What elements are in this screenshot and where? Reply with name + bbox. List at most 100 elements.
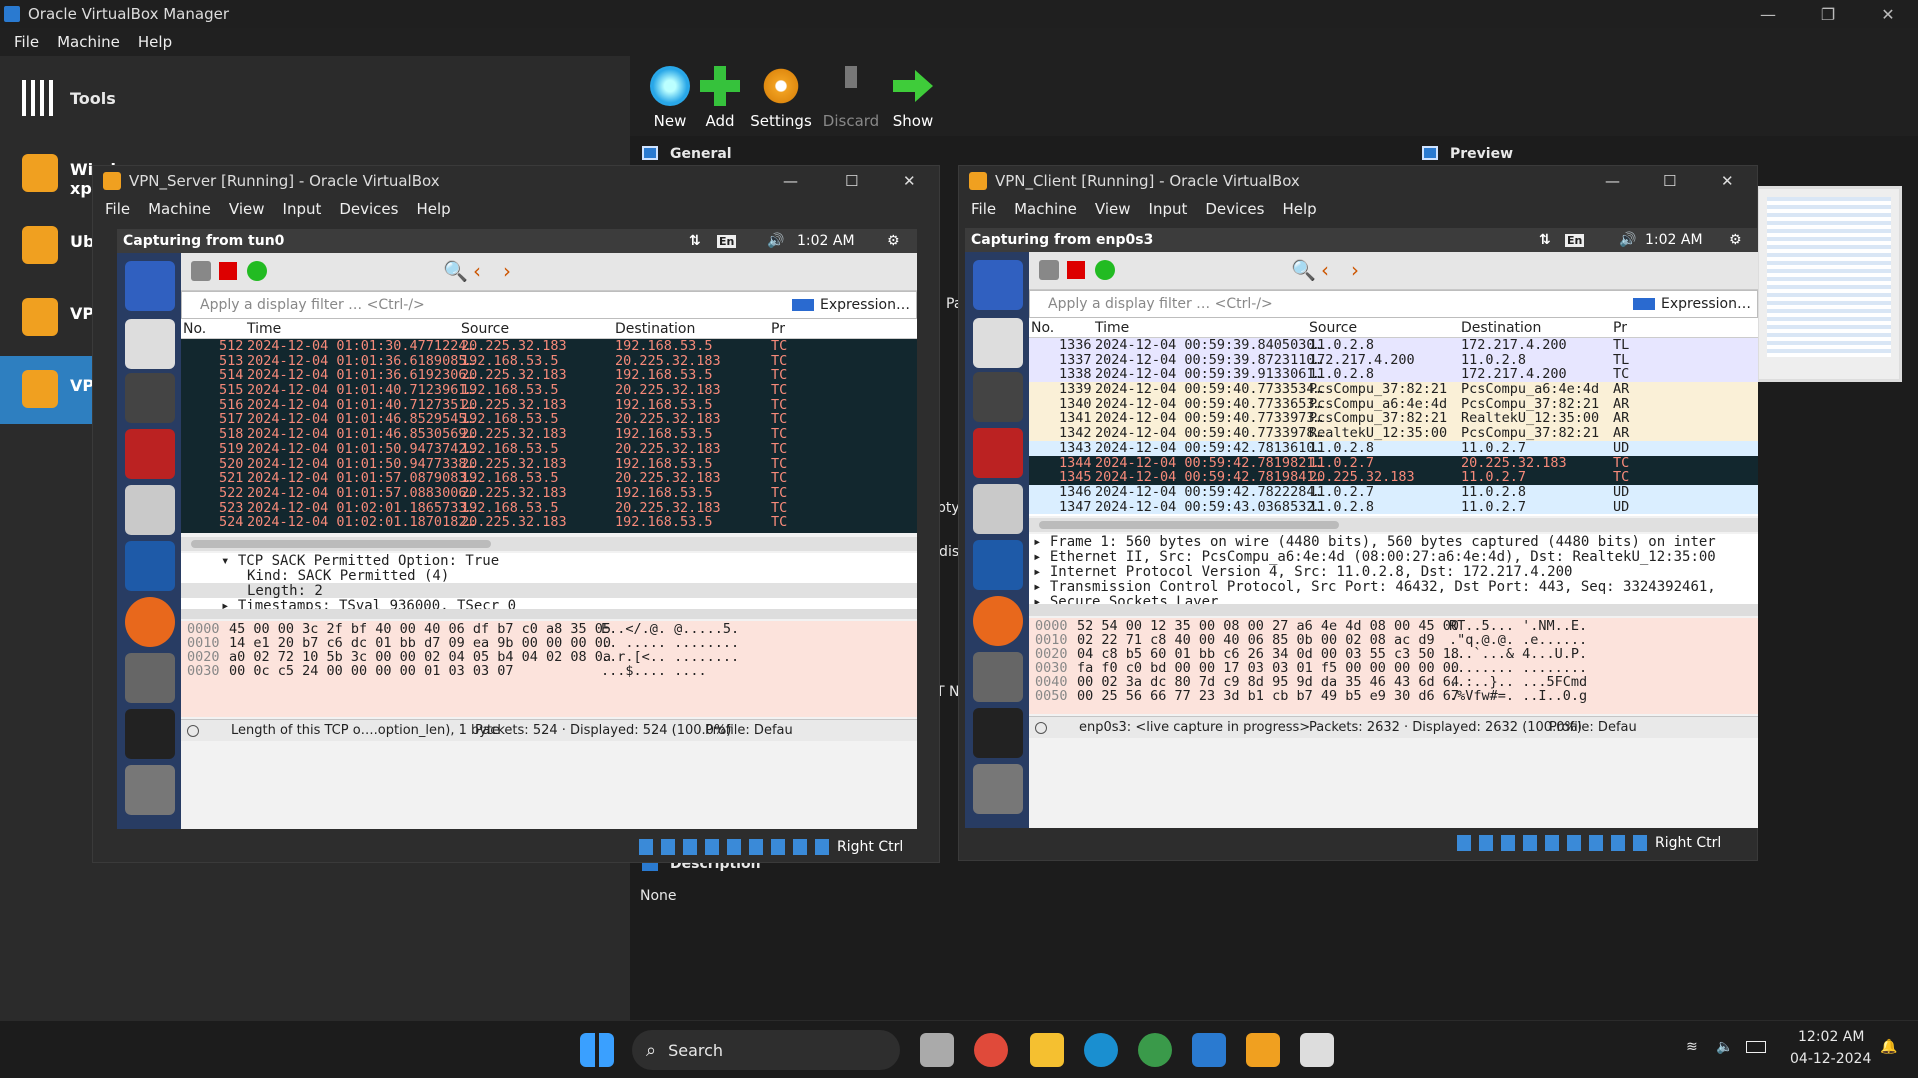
trash-icon[interactable]: [973, 764, 1023, 814]
column-time[interactable]: Time: [1095, 320, 1129, 336]
battery-icon[interactable]: [1746, 1041, 1766, 1053]
menu-input[interactable]: Input: [1149, 200, 1188, 218]
table-row[interactable]: 1347 2024-12-04 00:59:43.0368532… 11.0.2.8…: [1029, 499, 1758, 515]
table-row[interactable]: 523 2024-12-04 01:02:01.1865733… 192.168.5…: [181, 500, 917, 516]
hex-row[interactable]: 0000 45 00 00 3c 2f bf 40 00 40 06 df b7 …: [181, 621, 917, 637]
table-row[interactable]: 514 2024-12-04 01:01:36.6192306… 20.225.32…: [181, 367, 917, 383]
table-row[interactable]: 524 2024-12-04 01:02:01.1870182… 20.225.32…: [181, 514, 917, 530]
table-row[interactable]: 520 2024-12-04 01:01:50.9477338… 20.225.32…: [181, 456, 917, 472]
display-filter-input[interactable]: Apply a display filter … <Ctrl-/> Expres…: [181, 291, 917, 319]
hex-row[interactable]: 0030 00 0c c5 24 00 00 00 00 01 03 03 07.…: [181, 663, 917, 679]
hex-row[interactable]: 0020 a0 02 72 10 5b 3c 00 00 02 04 05 b4 …: [181, 649, 917, 665]
column-source[interactable]: Source: [1309, 320, 1357, 336]
table-row[interactable]: 1343 2024-12-04 00:59:42.7813610… 11.0.2.8…: [1029, 440, 1758, 456]
terminal-red-icon[interactable]: [125, 429, 175, 479]
stop-capture-icon[interactable]: [219, 262, 237, 280]
menu-help[interactable]: Help: [1282, 200, 1316, 218]
horizontal-scrollbar[interactable]: [1029, 518, 1758, 532]
back-icon[interactable]: ‹: [1321, 258, 1329, 282]
table-row[interactable]: 1345 2024-12-04 00:59:42.7819841… 20.225.3…: [1029, 469, 1758, 485]
table-row[interactable]: 1336 2024-12-04 00:59:39.8405030… 11.0.2.8…: [1029, 338, 1758, 353]
table-row[interactable]: 512 2024-12-04 01:01:30.4771224… 20.225.32…: [181, 339, 917, 354]
menu-input[interactable]: Input: [283, 200, 322, 218]
table-row[interactable]: 1338 2024-12-04 00:59:39.9133061… 11.0.2.8…: [1029, 366, 1758, 382]
close-button[interactable]: ✕: [903, 172, 916, 190]
text-editor-icon[interactable]: [125, 319, 175, 369]
menu-view[interactable]: View: [229, 200, 265, 218]
expression-button[interactable]: Expression…: [820, 297, 910, 313]
taskbar-search[interactable]: ⌕ Search: [632, 1030, 900, 1070]
wireshark-icon[interactable]: [973, 540, 1023, 590]
firefox-icon[interactable]: [973, 596, 1023, 646]
terminal-red-icon[interactable]: [973, 428, 1023, 478]
windows-start-icon[interactable]: [580, 1033, 614, 1067]
text-editor-icon[interactable]: [973, 318, 1023, 368]
hex-row[interactable]: 0030 fa f0 c0 bd 00 00 17 03 03 01 f5 00 …: [1029, 660, 1758, 676]
table-row[interactable]: 518 2024-12-04 01:01:46.8530569… 20.225.32…: [181, 426, 917, 442]
ubuntu-icon[interactable]: [973, 260, 1023, 310]
vpn-server-screen[interactable]: Capturing from tun0 ⇅ En 🔊 1:02 AM ⚙ 🔍 ‹…: [117, 229, 917, 829]
minimize-button[interactable]: —: [783, 172, 798, 190]
notification-bell-icon[interactable]: 🔔: [1880, 1039, 1897, 1055]
column-source[interactable]: Source: [461, 321, 509, 337]
add-button[interactable]: Add: [689, 66, 751, 130]
table-row[interactable]: 1342 2024-12-04 00:59:40.7733978… RealtekU…: [1029, 425, 1758, 441]
detail-line[interactable]: Kind: SACK Permitted (4): [181, 568, 917, 584]
detail-line[interactable]: ▸ Transmission Control Protocol, Src Por…: [1029, 579, 1758, 595]
trash-icon[interactable]: [125, 765, 175, 815]
vm-item-windows-xp[interactable]: Windows xp: [0, 140, 151, 208]
virtualbox-icon[interactable]: [1246, 1033, 1280, 1067]
vpn-client-screen[interactable]: Capturing from enp0s3 ⇅ En 🔊 1:02 AM ⚙ 🔍…: [965, 228, 1758, 828]
detail-line[interactable]: ▸ Frame 1: 560 bytes on wire (4480 bits)…: [1029, 534, 1758, 550]
hex-row[interactable]: 0010 14 e1 20 b7 c6 dc 01 bb d7 09 ea 9b …: [181, 635, 917, 651]
horizontal-scrollbar[interactable]: [181, 537, 917, 551]
status-profile[interactable]: Profile: Defau: [1549, 720, 1637, 735]
chrome-icon[interactable]: [974, 1033, 1008, 1067]
sublime-icon[interactable]: [125, 373, 175, 423]
table-row[interactable]: 515 2024-12-04 01:01:40.7123961… 192.168.5…: [181, 382, 917, 398]
table-row[interactable]: 516 2024-12-04 01:01:40.7127351… 20.225.32…: [181, 397, 917, 413]
column-destination[interactable]: Destination: [1461, 320, 1541, 336]
expert-info-icon[interactable]: [1035, 722, 1047, 734]
restart-capture-icon[interactable]: [247, 261, 267, 281]
back-icon[interactable]: ‹: [473, 259, 481, 283]
column-time[interactable]: Time: [247, 321, 281, 337]
table-row[interactable]: 1339 2024-12-04 00:59:40.7733534… PcsCompu…: [1029, 381, 1758, 397]
settings-button[interactable]: Settings: [750, 66, 812, 130]
table-row[interactable]: 1340 2024-12-04 00:59:40.7733653… PcsCompu…: [1029, 396, 1758, 412]
column-destination[interactable]: Destination: [615, 321, 695, 337]
menu-machine[interactable]: Machine: [1014, 200, 1077, 218]
table-row[interactable]: 519 2024-12-04 01:01:50.9473742… 192.168.5…: [181, 441, 917, 457]
detail-line[interactable]: Length: 2: [181, 583, 917, 599]
splitter[interactable]: [1029, 604, 1758, 616]
splitter[interactable]: [181, 609, 917, 619]
menu-devices[interactable]: Devices: [1205, 200, 1264, 218]
volume-icon[interactable]: 🔈: [1716, 1039, 1733, 1055]
expression-button[interactable]: Expression…: [1661, 296, 1751, 312]
terminal-icon[interactable]: [973, 708, 1023, 758]
hex-row[interactable]: 0000 52 54 00 12 35 00 08 00 27 a6 4e 4d …: [1029, 618, 1758, 634]
detail-line[interactable]: ▸ Timestamps: TSval 936000, TSecr 0: [181, 598, 917, 609]
table-row[interactable]: 517 2024-12-04 01:01:46.8529545… 192.168.5…: [181, 411, 917, 427]
table-row[interactable]: 521 2024-12-04 01:01:57.0879083… 192.168.5…: [181, 470, 917, 486]
show-button[interactable]: Show: [882, 66, 944, 130]
terminal-icon[interactable]: [125, 709, 175, 759]
expert-info-icon[interactable]: [187, 725, 199, 737]
table-row[interactable]: 1337 2024-12-04 00:59:39.8723110… 172.217.…: [1029, 352, 1758, 368]
maximize-button[interactable]: ☐: [845, 172, 858, 190]
apply-filter-button[interactable]: [1633, 298, 1655, 310]
column-no[interactable]: No.: [183, 321, 206, 337]
tools-item[interactable]: Tools: [0, 66, 630, 130]
files-icon[interactable]: [125, 485, 175, 535]
forward-icon[interactable]: ›: [1351, 258, 1359, 282]
edge-icon[interactable]: [1084, 1033, 1118, 1067]
taskbar-time[interactable]: 12:02 AM: [1798, 1029, 1864, 1045]
gear-icon[interactable]: ⚙: [887, 233, 900, 249]
minimize-button[interactable]: —: [1738, 0, 1798, 28]
apply-filter-button[interactable]: [792, 299, 814, 311]
detail-line[interactable]: ▸ Ethernet II, Src: PcsCompu_a6:4e:4d (0…: [1029, 549, 1758, 565]
table-row[interactable]: 1346 2024-12-04 00:59:42.7822284… 11.0.2.7…: [1029, 484, 1758, 500]
detail-line[interactable]: ▸ Internet Protocol Version 4, Src: 11.0…: [1029, 564, 1758, 580]
hex-row[interactable]: 0020 04 c8 b5 60 01 bb c6 26 34 0d 00 03 …: [1029, 646, 1758, 662]
chrome-profile-icon[interactable]: [1138, 1033, 1172, 1067]
